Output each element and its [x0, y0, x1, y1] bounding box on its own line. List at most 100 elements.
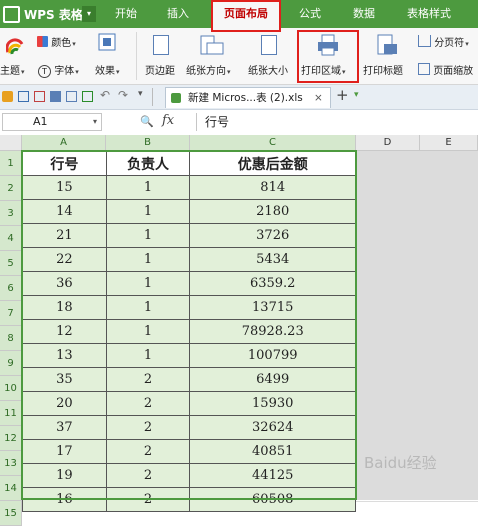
margins-button[interactable]: 页边距 — [145, 62, 175, 77]
cell-owner[interactable]: 2 — [105, 367, 191, 392]
close-tab-icon[interactable]: × — [314, 88, 323, 108]
row-header[interactable]: 13 — [0, 451, 22, 476]
print-icon[interactable] — [50, 91, 61, 102]
cell-row-number[interactable]: 15 — [22, 175, 107, 200]
cell-owner[interactable]: 1 — [105, 199, 191, 224]
document-tab[interactable]: 新建 Micros...表 (2).xls × — [165, 87, 331, 108]
row-header[interactable]: 5 — [0, 251, 22, 276]
cell-discounted-amount[interactable]: 32624 — [189, 415, 356, 440]
cell-row-number[interactable]: 36 — [22, 271, 107, 296]
cell-row-number[interactable]: 21 — [22, 223, 107, 248]
cell-owner[interactable]: 1 — [105, 247, 191, 272]
paper-size-button[interactable]: 纸张大小 — [248, 62, 288, 77]
column-header-d[interactable]: D — [356, 135, 420, 151]
row-header[interactable]: 1 — [0, 151, 22, 176]
cell-row-number[interactable]: 20 — [22, 391, 107, 416]
color-button[interactable]: 颜色▾ — [37, 34, 76, 49]
column-header-e[interactable]: E — [420, 135, 478, 151]
cell-row-number[interactable]: 22 — [22, 247, 107, 272]
open-folder-icon[interactable] — [2, 91, 13, 102]
cell-discounted-amount[interactable]: 2180 — [189, 199, 356, 224]
cell-row-number[interactable]: 12 — [22, 319, 107, 344]
effect-button[interactable]: 效果▾ — [95, 62, 120, 77]
tab-page-layout[interactable]: 页面布局 — [211, 0, 281, 32]
format-painter-icon[interactable] — [82, 91, 93, 102]
select-all-corner[interactable] — [0, 135, 22, 151]
row-header[interactable]: 15 — [0, 501, 22, 526]
page-break-button[interactable]: 分页符▾ — [418, 34, 469, 49]
redo-icon[interactable]: ↷ — [118, 88, 128, 102]
name-box[interactable]: A1 ▾ — [2, 113, 102, 131]
row-header[interactable]: 4 — [0, 226, 22, 251]
save-icon[interactable] — [18, 91, 29, 102]
formula-input[interactable]: 行号 — [196, 113, 478, 131]
cell-row-number[interactable]: 13 — [22, 343, 107, 368]
function-wizard-icon[interactable]: fx — [162, 113, 174, 128]
cell-discounted-amount[interactable]: 100799 — [189, 343, 356, 368]
font-button[interactable]: T 字体▾ — [38, 62, 79, 78]
tab-table-style[interactable]: 表格样式 — [398, 0, 460, 28]
new-tab-button[interactable]: + — [336, 86, 349, 104]
column-header-c[interactable]: C — [190, 135, 356, 151]
row-header[interactable]: 12 — [0, 426, 22, 451]
header-cell-owner[interactable]: 负责人 — [105, 151, 191, 176]
name-box-dropdown-icon[interactable]: ▾ — [93, 114, 97, 130]
row-header[interactable]: 7 — [0, 301, 22, 326]
tab-home[interactable]: 开始 — [104, 0, 148, 28]
page-zoom-button[interactable]: 页面缩放 — [418, 62, 473, 77]
cell-owner[interactable]: 1 — [105, 175, 191, 200]
table-row: 37 2 32624 — [22, 415, 356, 440]
app-menu-dropdown-icon[interactable]: ▾ — [82, 6, 96, 22]
cell-owner[interactable]: 1 — [105, 343, 191, 368]
cell-owner[interactable]: 2 — [105, 391, 191, 416]
row-header[interactable]: 2 — [0, 176, 22, 201]
cell-owner[interactable]: 1 — [105, 295, 191, 320]
tab-insert[interactable]: 插入 — [156, 0, 200, 28]
cell-discounted-amount[interactable]: 5434 — [189, 247, 356, 272]
tab-data[interactable]: 数据 — [344, 0, 384, 28]
row-header[interactable]: 14 — [0, 476, 22, 501]
cell-owner[interactable]: 1 — [105, 223, 191, 248]
cell-row-number[interactable]: 14 — [22, 199, 107, 224]
customize-dropdown-icon[interactable]: ▾ — [138, 89, 143, 99]
column-header-a[interactable]: A — [22, 135, 106, 151]
cell-discounted-amount[interactable]: 44125 — [189, 463, 356, 488]
orientation-button[interactable]: 纸张方向▾ — [186, 62, 231, 77]
zoom-icon[interactable]: 🔍 — [140, 115, 154, 128]
app-menu-button[interactable]: WPS 表格 ▾ — [0, 0, 96, 28]
row-header[interactable]: 11 — [0, 401, 22, 426]
row-header[interactable]: 6 — [0, 276, 22, 301]
cell-discounted-amount[interactable]: 15930 — [189, 391, 356, 416]
export-pdf-icon[interactable] — [34, 91, 45, 102]
cell-owner[interactable]: 1 — [105, 319, 191, 344]
row-header[interactable]: 10 — [0, 376, 22, 401]
cell-discounted-amount[interactable]: 13715 — [189, 295, 356, 320]
cell-row-number[interactable]: 18 — [22, 295, 107, 320]
tab-list-dropdown-icon[interactable]: ▾ — [354, 90, 359, 100]
cell-discounted-amount[interactable]: 3726 — [189, 223, 356, 248]
header-cell-row-number[interactable]: 行号 — [22, 151, 107, 176]
cell-row-number[interactable]: 35 — [22, 367, 107, 392]
cell-discounted-amount[interactable]: 40851 — [189, 439, 356, 464]
cell-discounted-amount[interactable]: 6499 — [189, 367, 356, 392]
header-cell-discounted-amount[interactable]: 优惠后金额 — [189, 151, 356, 176]
tab-formulas[interactable]: 公式 — [290, 0, 330, 28]
row-header[interactable]: 8 — [0, 326, 22, 351]
cell-owner[interactable]: 1 — [105, 271, 191, 296]
cell-owner[interactable]: 2 — [105, 463, 191, 488]
cell-row-number[interactable]: 17 — [22, 439, 107, 464]
print-preview-icon[interactable] — [66, 91, 77, 102]
cell-discounted-amount[interactable]: 78928.23 — [189, 319, 356, 344]
cell-owner[interactable]: 2 — [105, 415, 191, 440]
cell-row-number[interactable]: 19 — [22, 463, 107, 488]
theme-button[interactable]: 主题▾ — [0, 62, 25, 77]
cell-row-number[interactable]: 37 — [22, 415, 107, 440]
cell-discounted-amount[interactable]: 814 — [189, 175, 356, 200]
undo-icon[interactable]: ↶ — [100, 88, 110, 102]
row-header[interactable]: 9 — [0, 351, 22, 376]
cell-discounted-amount[interactable]: 6359.2 — [189, 271, 356, 296]
column-header-b[interactable]: B — [106, 135, 190, 151]
cell-owner[interactable]: 2 — [105, 439, 191, 464]
row-header[interactable]: 3 — [0, 201, 22, 226]
print-titles-button[interactable]: 打印标题 — [363, 62, 403, 77]
